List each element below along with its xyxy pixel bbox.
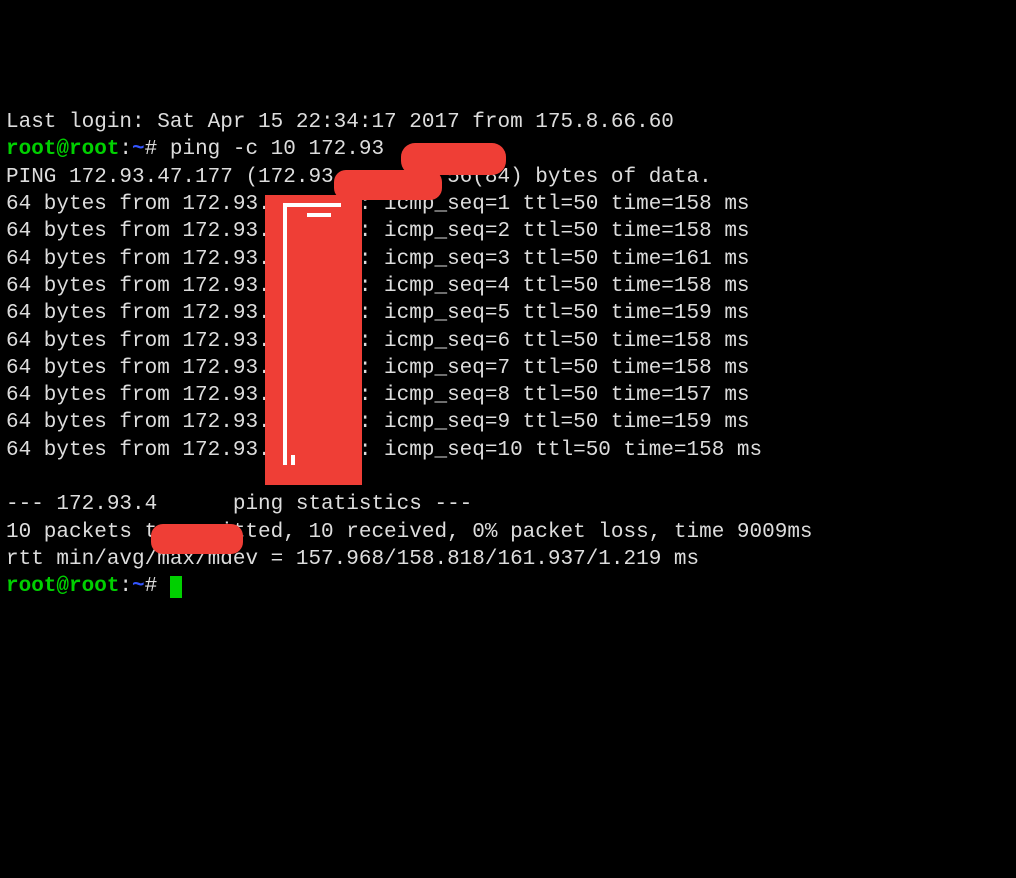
stats-rtt-line: rtt min/avg/max/mdev = 157.968/158.818/1… [6,548,699,571]
prompt-end: # [145,138,170,161]
stats-summary-line: 10 packets transmitted, 10 received, 0% … [6,521,813,544]
stats-header-line: --- 172.93.4 ping statistics --- [6,493,472,516]
ping-reply-line: 64 bytes from 172.93. : icmp_seq=9 ttl=5… [6,411,750,434]
ping-reply-line: 64 bytes from 172.93. : icmp_seq=10 ttl=… [6,439,762,462]
ping-reply-line: 64 bytes from 172.93. : icmp_seq=5 ttl=5… [6,302,750,325]
command-text: ping -c 10 172.93 [170,138,384,161]
prompt-user-host: root@root [6,575,119,598]
last-login-line: Last login: Sat Apr 15 22:34:17 2017 fro… [6,111,674,134]
cursor[interactable] [170,576,182,598]
terminal-output[interactable]: Last login: Sat Apr 15 22:34:17 2017 fro… [0,109,1016,741]
ping-reply-line: 64 bytes from 172.93. : icmp_seq=6 ttl=5… [6,330,750,353]
prompt-path: ~ [132,138,145,161]
prompt-path: ~ [132,575,145,598]
prompt-user-host: root@root [6,138,119,161]
ping-reply-line: 64 bytes from 172.93. : icmp_seq=4 ttl=5… [6,275,750,298]
prompt-sep: : [119,575,132,598]
ping-reply-line: 64 bytes from 172.93. : icmp_seq=7 ttl=5… [6,357,750,380]
redaction-box [151,524,243,554]
ping-reply-line: 64 bytes from 172.93. : icmp_seq=3 ttl=5… [6,248,750,271]
ping-reply-line: 64 bytes from 172.93. : icmp_seq=8 ttl=5… [6,384,750,407]
redaction-box [265,195,362,485]
ping-reply-line: 64 bytes from 172.93. : icmp_seq=2 ttl=5… [6,220,750,243]
prompt-end: # [145,575,170,598]
prompt-sep: : [119,138,132,161]
